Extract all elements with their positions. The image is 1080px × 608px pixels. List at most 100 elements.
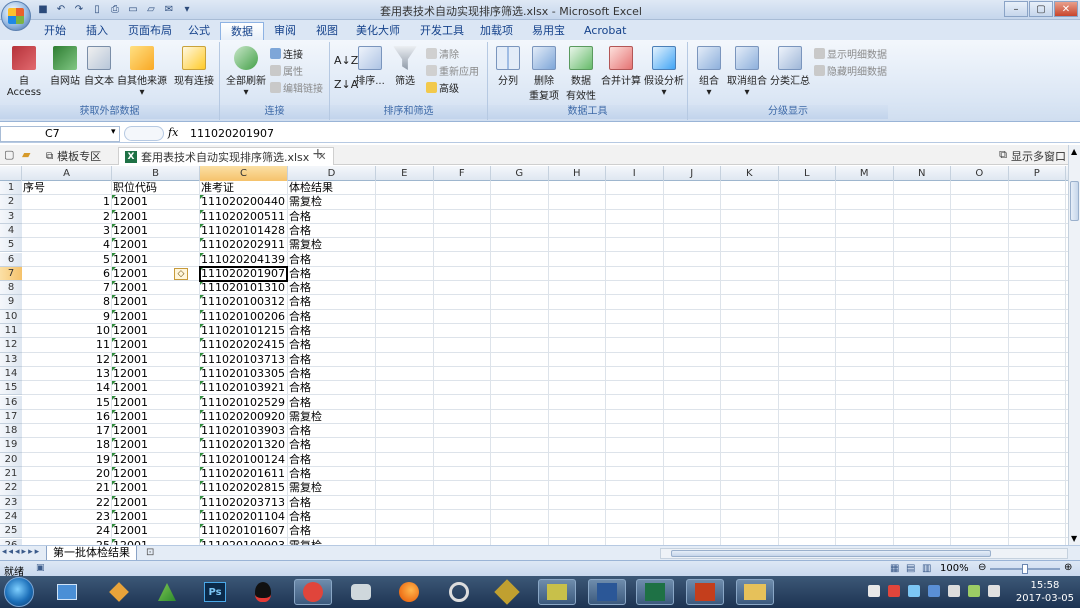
mail-icon[interactable]: ✉ (162, 2, 176, 16)
row-header-21[interactable]: 21 (0, 467, 22, 482)
redo-icon[interactable]: ↷ (72, 2, 86, 16)
cell-b[interactable]: 12001 (112, 210, 200, 224)
column-header-l[interactable]: L (779, 166, 836, 181)
cell-c[interactable]: 111020100312 (200, 295, 288, 309)
add-tab-icon[interactable]: + (312, 146, 324, 162)
doc-tab-file[interactable]: X 套用表技术自动实现排序筛选.xlsx ✕ (118, 147, 334, 165)
cell-b[interactable]: 12001 (112, 453, 200, 467)
cell-b[interactable]: 12001 (112, 396, 200, 410)
start-button[interactable] (4, 577, 34, 607)
cell-d[interactable]: 合格 (288, 310, 376, 324)
cell-d[interactable]: 合格 (288, 381, 376, 395)
taskbar-app-icon[interactable] (148, 579, 186, 605)
print-preview-icon[interactable]: ⎙ (108, 2, 122, 16)
cell-b[interactable]: 12001 (112, 496, 200, 510)
tab-easy[interactable]: 易用宝 (522, 22, 575, 40)
vertical-scroll-thumb[interactable] (1070, 181, 1079, 221)
tab-data[interactable]: 数据 (220, 22, 264, 40)
cell-d[interactable]: 合格 (288, 267, 376, 281)
cell-a[interactable]: 16 (22, 410, 112, 424)
qat-dropdown-icon[interactable]: ▾ (180, 2, 194, 16)
tab-insert[interactable]: 插入 (76, 22, 118, 40)
cell-b[interactable]: 12001 (112, 438, 200, 452)
cell-d[interactable]: 合格 (288, 438, 376, 452)
group-button[interactable]: 组合 ▾ (692, 46, 726, 98)
new-doc-icon[interactable]: ▢ (4, 148, 14, 161)
cell-d[interactable]: 合格 (288, 253, 376, 267)
row-header-25[interactable]: 25 (0, 524, 22, 539)
cell-a[interactable]: 6 (22, 267, 112, 281)
column-header-k[interactable]: K (721, 166, 779, 181)
ungroup-button[interactable]: 取消组合 ▾ (726, 46, 768, 98)
reapply-button[interactable]: 重新应用 (426, 63, 479, 78)
column-header-p[interactable]: P (1009, 166, 1066, 181)
column-header-a[interactable]: A (22, 166, 112, 181)
subtotal-button[interactable]: 分类汇总 (770, 46, 810, 87)
row-header-15[interactable]: 15 (0, 381, 22, 396)
tab-home[interactable]: 开始 (34, 22, 76, 40)
from-access-button[interactable]: 自 Access (2, 46, 46, 98)
cell-d[interactable]: 合格 (288, 353, 376, 367)
multi-window-button[interactable]: ⧉ 显示多窗口 (999, 148, 1066, 164)
error-smart-tag-icon[interactable]: ◇ (174, 267, 188, 280)
spreadsheet-grid[interactable]: ABCDEFGHIJKLMNOP 1 2 3 4 5 6 7 8 9 10 11 12 13 14 15 16… (0, 166, 1068, 545)
cell-b[interactable]: 12001 (112, 353, 200, 367)
clear-button[interactable]: 清除 (426, 46, 459, 61)
cell-b[interactable]: 12001 (112, 324, 200, 338)
cell-d[interactable]: 合格 (288, 295, 376, 309)
page-break-view-icon[interactable]: ▥ (922, 563, 931, 574)
column-header-o[interactable]: O (951, 166, 1009, 181)
column-header-b[interactable]: B (112, 166, 200, 181)
minimize-button[interactable]: – (1004, 1, 1028, 17)
show-detail-button[interactable]: 显示明细数据 (814, 46, 887, 61)
row-header-1[interactable]: 1 (0, 181, 22, 196)
tray-volume-icon[interactable] (988, 585, 1000, 597)
row-header-5[interactable]: 5 (0, 238, 22, 253)
cell-a[interactable]: 9 (22, 310, 112, 324)
cell-c[interactable]: 111020103903 (200, 424, 288, 438)
taskbar-powerpoint-icon[interactable] (686, 579, 724, 605)
tab-formulas[interactable]: 公式 (178, 22, 220, 40)
cell-a[interactable]: 4 (22, 238, 112, 252)
scroll-down-icon[interactable]: ▼ (1071, 534, 1077, 543)
row-header-19[interactable]: 19 (0, 438, 22, 453)
tab-view[interactable]: 视图 (306, 22, 348, 40)
tab-addins[interactable]: 加载项 (470, 22, 523, 40)
formula-input[interactable]: 111020201907 (190, 127, 274, 140)
cell-d[interactable]: 合格 (288, 467, 376, 481)
cell-a[interactable]: 8 (22, 295, 112, 309)
folder-icon[interactable]: ▰ (22, 148, 30, 161)
cell-d[interactable]: 合格 (288, 338, 376, 352)
tab-developer[interactable]: 开发工具 (410, 22, 474, 40)
formula-expand-control[interactable] (124, 126, 164, 141)
normal-view-icon[interactable]: ▦ (890, 563, 899, 574)
cell-c[interactable]: 111020201611 (200, 467, 288, 481)
column-header-c[interactable]: C (200, 166, 288, 181)
cell-c[interactable]: 111020103305 (200, 367, 288, 381)
taskbar-book-icon[interactable] (488, 579, 526, 605)
cell-a[interactable]: 23 (22, 510, 112, 524)
tab-review[interactable]: 审阅 (264, 22, 306, 40)
row-header-11[interactable]: 11 (0, 324, 22, 339)
cell-b[interactable]: 12001 (112, 510, 200, 524)
cell-c[interactable]: 111020201907 (200, 267, 288, 281)
taskbar-explorer-icon[interactable] (48, 579, 86, 605)
cell-a[interactable]: 21 (22, 481, 112, 495)
cell-b[interactable]: 12001 (112, 381, 200, 395)
cell-c[interactable]: 111020204139 (200, 253, 288, 267)
cell-b[interactable]: 12001 (112, 467, 200, 481)
cell-a[interactable]: 11 (22, 338, 112, 352)
row-header-13[interactable]: 13 (0, 352, 22, 367)
cell-c[interactable]: 111020101607 (200, 524, 288, 538)
row-header-16[interactable]: 16 (0, 395, 22, 410)
cell-c[interactable]: 111020200511 (200, 210, 288, 224)
cell-d[interactable]: 合格 (288, 524, 376, 538)
column-header-g[interactable]: G (491, 166, 549, 181)
sort-button[interactable]: 排序... (354, 46, 386, 87)
column-header-d[interactable]: D (288, 166, 376, 181)
cell-d[interactable]: 需复检 (288, 195, 376, 209)
hide-detail-button[interactable]: 隐藏明细数据 (814, 63, 887, 78)
row-header-6[interactable]: 6 (0, 252, 22, 267)
what-if-analysis-button[interactable]: 假设分析 ▾ (642, 46, 686, 98)
cell-c[interactable]: 111020202815 (200, 481, 288, 495)
